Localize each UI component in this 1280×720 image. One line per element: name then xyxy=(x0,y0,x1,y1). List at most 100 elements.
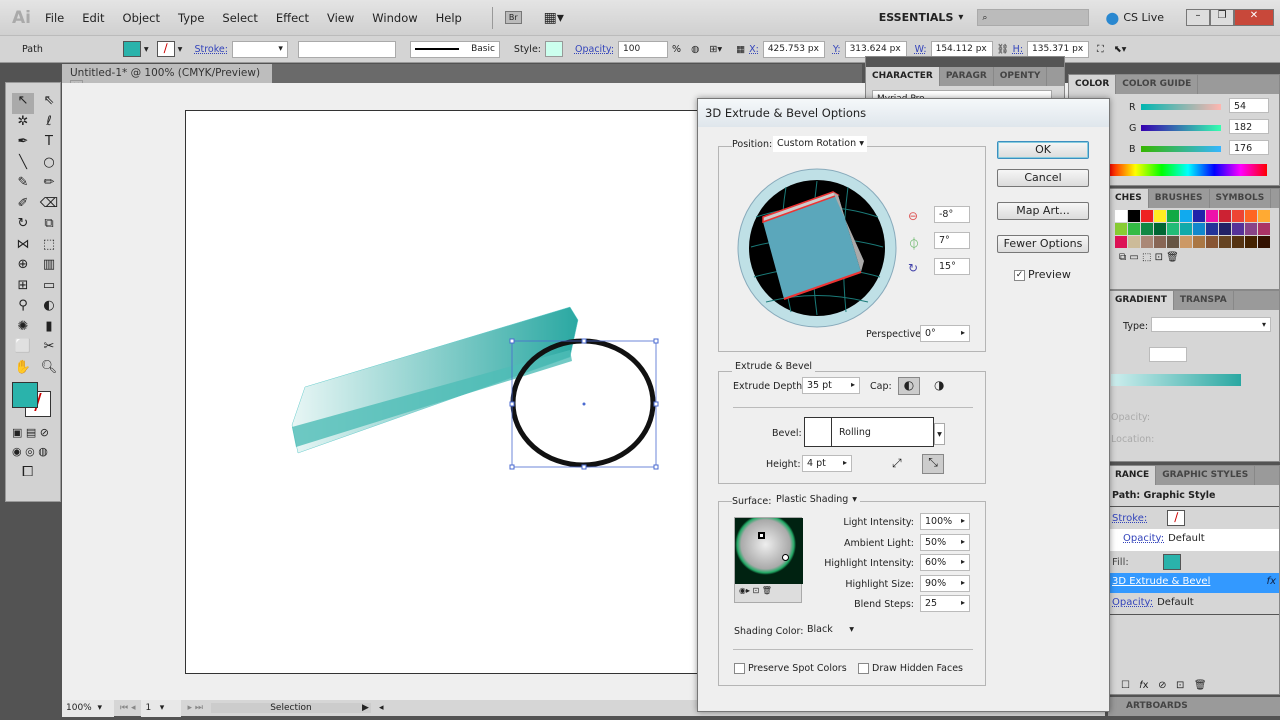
column-graph-tool-icon[interactable]: ▮ xyxy=(38,319,60,340)
r-input[interactable]: 54 xyxy=(1229,98,1269,113)
z-rotation-input[interactable]: 15° xyxy=(934,258,970,275)
tab-character[interactable]: CHARACTER xyxy=(866,67,940,86)
color-spectrum[interactable] xyxy=(1109,164,1267,176)
artwork[interactable] xyxy=(280,295,670,480)
extrude-depth-input[interactable]: 35 pt ▸ xyxy=(802,377,860,394)
fx-icon[interactable]: fx xyxy=(1267,576,1276,590)
g-slider[interactable] xyxy=(1141,125,1221,131)
h-input[interactable]: 135.371 px xyxy=(1027,40,1090,58)
stroke-link[interactable]: Stroke: xyxy=(194,44,227,55)
bevel-extent-in-icon[interactable]: ⤡ xyxy=(922,454,944,474)
appearance-opacity-row[interactable]: Opacity: Default xyxy=(1109,529,1279,551)
stroke-swatch[interactable]: ∕ xyxy=(1167,510,1186,526)
menu-file[interactable]: File xyxy=(45,11,64,25)
surface-select[interactable]: Plastic Shading ▾ xyxy=(772,492,860,508)
type-tool-icon[interactable]: T xyxy=(38,134,60,155)
hand-tool-icon[interactable]: ✋ xyxy=(12,360,34,381)
light-source-handle-2[interactable] xyxy=(782,554,789,561)
width-tool-icon[interactable]: ⋈ xyxy=(12,237,34,258)
x-input[interactable]: 425.753 px xyxy=(762,40,825,58)
transform-icon[interactable]: ⛶ xyxy=(1097,44,1104,55)
chevron-down-icon[interactable]: ▾ xyxy=(178,44,183,55)
fewer-options-button[interactable]: Fewer Options xyxy=(997,235,1089,253)
checkbox-icon[interactable] xyxy=(858,663,869,674)
light-buttons[interactable]: ◉▸ ⊡ 🗑︎ xyxy=(735,584,801,597)
arrange-documents-icon[interactable]: ▦▾ xyxy=(544,10,564,26)
document-tab[interactable]: Untitled-1* @ 100% (CMYK/Preview) ✕ xyxy=(62,64,272,91)
fill-swatch[interactable] xyxy=(1162,554,1181,570)
scroll-left-icon[interactable]: ◂ xyxy=(379,703,384,713)
cs-live-menu[interactable]: CS Live xyxy=(1123,11,1164,24)
y-input[interactable]: 313.624 px xyxy=(844,40,907,58)
preview-checkbox[interactable]: ✓ Preview xyxy=(1014,268,1071,281)
menu-effect[interactable]: Effect xyxy=(276,11,309,25)
pencil-tool-icon[interactable]: ✏ xyxy=(38,175,60,196)
tab-color[interactable]: COLOR xyxy=(1069,75,1117,94)
color-mode-buttons[interactable]: ▣ ▤ ⊘ xyxy=(6,426,60,439)
swatch-grid[interactable] xyxy=(1109,208,1279,250)
perspective-grid-tool-icon[interactable]: ▥ xyxy=(38,257,60,278)
effect-link[interactable]: 3D Extrude & Bevel xyxy=(1112,576,1210,590)
ellipse-tool-icon[interactable]: ○ xyxy=(38,155,60,176)
stroke-swatch[interactable]: ∕ xyxy=(156,41,175,57)
highlight-intensity-input[interactable]: 60% ▸ xyxy=(920,554,970,571)
mesh-tool-icon[interactable]: ⊞ xyxy=(12,278,34,299)
pen-tool-icon[interactable]: ✒ xyxy=(12,134,34,155)
line-tool-icon[interactable]: ╲ xyxy=(12,155,34,176)
checkbox-icon[interactable] xyxy=(734,663,745,674)
menu-view[interactable]: View xyxy=(327,11,354,25)
fill-box[interactable] xyxy=(12,382,38,408)
y-rotation-input[interactable]: 7° xyxy=(934,232,970,249)
type-select[interactable]: ▾ xyxy=(1151,317,1271,332)
angle-input[interactable] xyxy=(1149,347,1187,362)
preserve-spot-colors-checkbox[interactable]: Preserve Spot Colors xyxy=(734,663,847,674)
restore-button[interactable]: ❐ xyxy=(1210,9,1234,26)
bevel-select[interactable]: Rolling xyxy=(804,417,934,447)
tab-paragraph[interactable]: PARAGR xyxy=(940,67,994,86)
ok-button[interactable]: OK xyxy=(997,141,1089,159)
search-input[interactable]: ⌕ xyxy=(977,9,1090,26)
align-icon[interactable]: ⊞▾ xyxy=(709,44,722,55)
stroke-weight-input[interactable]: ▾ xyxy=(231,40,288,58)
menu-select[interactable]: Select xyxy=(222,11,257,25)
blend-steps-input[interactable]: 25 ▸ xyxy=(920,595,970,612)
menu-object[interactable]: Object xyxy=(123,11,160,25)
appearance-stroke-row[interactable]: Stroke: ∕ xyxy=(1109,507,1279,529)
tab-color-guide[interactable]: COLOR GUIDE xyxy=(1116,75,1199,94)
draw-mode-buttons[interactable]: ◉ ◎ ◍ xyxy=(6,445,60,458)
recolor-icon[interactable]: ◍ xyxy=(691,44,699,55)
tab-transparency[interactable]: TRANSPA xyxy=(1174,291,1234,310)
chevron-down-icon[interactable]: ▾ xyxy=(144,44,149,55)
position-select[interactable]: Custom Rotation ▾ xyxy=(773,136,867,152)
symbol-sprayer-tool-icon[interactable]: ✺ xyxy=(12,319,34,340)
workspace-switcher[interactable]: ESSENTIALS xyxy=(879,11,954,24)
free-transform-tool-icon[interactable]: ⬚ xyxy=(38,237,60,258)
tab-opentype[interactable]: OPENTY xyxy=(994,67,1048,86)
perspective-input[interactable]: 0° ▸ xyxy=(920,325,970,342)
isolate-icon[interactable]: ⬉▾ xyxy=(1114,44,1127,55)
scale-tool-icon[interactable]: ⧉ xyxy=(38,216,60,237)
status-menu[interactable]: Selection ▶ xyxy=(210,703,371,713)
bridge-button[interactable]: Br xyxy=(504,11,522,24)
x-rotation-input[interactable]: -8° xyxy=(934,206,970,223)
tab-artboards[interactable]: ARTBOARDS xyxy=(1108,697,1280,716)
zoom-tool-icon[interactable]: 🔍︎ xyxy=(38,360,60,381)
variable-width-select[interactable] xyxy=(297,40,396,58)
blend-tool-icon[interactable]: ◐ xyxy=(38,298,60,319)
tab-appearance[interactable]: RANCE xyxy=(1109,466,1157,485)
style-swatch[interactable] xyxy=(544,41,563,57)
shape-builder-tool-icon[interactable]: ⊕ xyxy=(12,257,34,278)
close-button[interactable]: ✕ xyxy=(1234,9,1274,26)
r-slider[interactable] xyxy=(1141,104,1221,110)
rotate-tool-icon[interactable]: ↻ xyxy=(12,216,34,237)
selection-tool-icon[interactable]: ↖ xyxy=(12,93,34,114)
reference-point-icon[interactable]: ▦ xyxy=(736,44,745,55)
cap-on-button[interactable]: ◐ xyxy=(898,377,920,395)
lighting-sphere[interactable] xyxy=(735,518,803,584)
direct-selection-tool-icon[interactable]: ⇖ xyxy=(38,93,60,114)
rotation-trackball[interactable] xyxy=(736,167,898,329)
menu-edit[interactable]: Edit xyxy=(82,11,104,25)
g-input[interactable]: 182 xyxy=(1229,119,1269,134)
screen-mode-icon[interactable]: ⧠ xyxy=(6,464,60,480)
gradient-slider[interactable] xyxy=(1111,374,1241,386)
